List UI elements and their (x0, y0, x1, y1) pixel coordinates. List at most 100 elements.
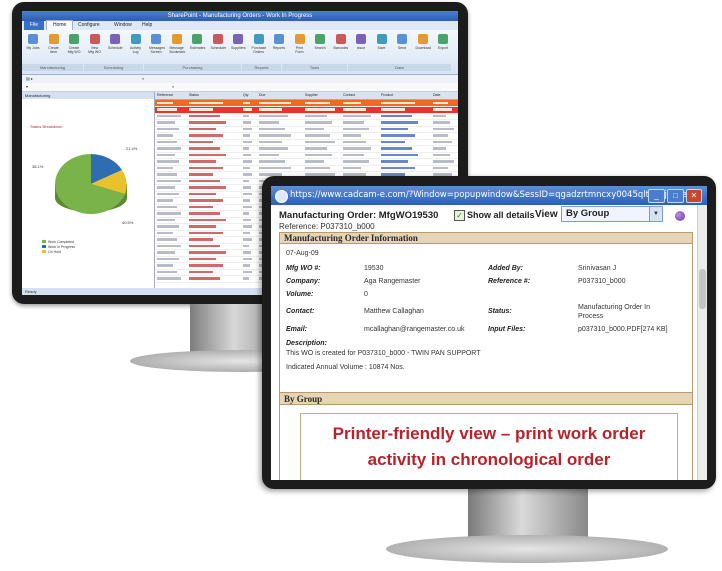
table-cell (189, 277, 220, 280)
ribbon-button[interactable]: Create Item (47, 34, 61, 54)
minimize-icon[interactable]: _ (648, 189, 665, 203)
table-cell (259, 101, 291, 104)
ribbon-group-label: Reports (242, 64, 281, 71)
ribbon-button[interactable]: Create Mfg WO (67, 34, 81, 54)
col-header[interactable]: Date (433, 93, 440, 97)
ribbon-button-icon (376, 34, 387, 44)
table-cell (189, 134, 223, 137)
ribbon-button[interactable]: Message Bookmark (169, 34, 186, 54)
grid-header: Reference Status Qty Due Supplier Contac… (155, 92, 458, 100)
table-cell (189, 251, 227, 254)
close-icon[interactable]: ✕ (686, 189, 702, 203)
table-cell (259, 140, 283, 143)
ribbon-button-icon (417, 34, 428, 44)
table-cell (305, 166, 330, 169)
ribbon-button-icon (294, 34, 305, 44)
show-all-details-label[interactable]: Show all details (467, 210, 535, 220)
globe-icon[interactable] (675, 211, 685, 221)
front-screen: https://www.cadcam-e.com/?Window=popupwi… (271, 186, 707, 480)
contact-label: Contact: (286, 308, 315, 315)
menu-help[interactable]: Help (136, 21, 158, 30)
table-cell (189, 160, 217, 163)
scrollbar-thumb[interactable] (699, 269, 706, 309)
show-all-details-checkbox[interactable]: ✓ (454, 210, 465, 221)
ribbon-button-label: Suppliers (231, 46, 246, 50)
table-cell (381, 153, 419, 156)
table-cell (381, 160, 409, 163)
ribbon-button-label: Create Mfg WO (67, 46, 81, 54)
table-cell (243, 231, 250, 234)
table-cell (189, 225, 217, 228)
table-cell (189, 231, 223, 234)
legend-item: Work Completed (48, 240, 75, 244)
ribbon-button[interactable]: Estimates (190, 34, 205, 50)
menu-configure[interactable]: Configure (72, 21, 106, 30)
ribbon-button-icon (48, 34, 59, 44)
input-files-link[interactable]: p037310_b000.PDF[274 KB] (578, 326, 668, 333)
col-header[interactable]: Contact (343, 93, 355, 97)
popup-url: https://www.cadcam-e.com/?Window=popupwi… (290, 190, 698, 200)
ribbon-button-icon (89, 34, 100, 44)
ribbon-button[interactable]: Send (395, 34, 409, 50)
ribbon-button-icon (438, 34, 448, 44)
ribbon-button[interactable]: Print Form (293, 34, 307, 54)
ribbon-button-label: Save (377, 46, 386, 50)
table-cell (189, 192, 217, 195)
maximize-icon[interactable]: □ (667, 189, 684, 203)
table-cell (343, 108, 366, 111)
ribbon-button[interactable]: Reports (272, 34, 286, 50)
menu-file[interactable]: File (24, 21, 45, 30)
ribbon-button[interactable]: Save (375, 34, 389, 50)
ribbon-button[interactable]: Schedule (108, 34, 123, 50)
ribbon-button[interactable]: My Jobs (26, 34, 40, 50)
table-cell (157, 192, 180, 195)
table-cell (433, 127, 454, 130)
ribbon-button[interactable]: View Mfg WO (88, 34, 102, 54)
view-select[interactable]: By Group ▼ (561, 206, 663, 222)
col-header[interactable]: Reference (157, 93, 173, 97)
ribbon-button[interactable]: Barcodes (334, 34, 348, 50)
ribbon-button[interactable]: Activity Log (129, 34, 143, 54)
group-panel: By Group Printer-friendly view – print w… (279, 392, 693, 480)
email-value[interactable]: mcallaghan@rangemaster.co.uk (364, 326, 465, 333)
table-cell (157, 244, 182, 247)
table-cell (259, 121, 280, 124)
ribbon-button[interactable]: Scheduler (210, 34, 227, 50)
ribbon-button[interactable]: Suppliers (231, 34, 246, 50)
table-cell (343, 127, 369, 130)
col-header[interactable]: Qty (243, 93, 248, 97)
ribbon-button[interactable]: Export (436, 34, 450, 50)
ribbon-button[interactable]: Issue (354, 34, 368, 50)
ribbon-button-icon (151, 34, 161, 44)
col-header[interactable]: Product (381, 93, 393, 97)
ribbon-button[interactable]: Messages Screen (149, 34, 165, 54)
ribbon-button-icon (130, 34, 141, 44)
pie-label-2: 38.1% (32, 164, 44, 169)
ribbon-button[interactable]: Download (416, 34, 431, 50)
col-header[interactable]: Due (259, 93, 265, 97)
col-header[interactable]: Supplier (305, 93, 318, 97)
ribbon-button-icon (171, 34, 182, 44)
ribbon-button-label: Message Bookmark (169, 46, 186, 54)
table-cell (243, 238, 252, 241)
table-cell (189, 186, 227, 189)
table-cell (243, 212, 249, 215)
table-cell (243, 205, 252, 208)
ribbon-button-label: Scheduler (210, 46, 227, 50)
table-cell (157, 101, 173, 104)
ribbon-button[interactable]: Purchase Orders (252, 34, 266, 54)
mfg-wo-value: 19530 (364, 265, 384, 272)
table-cell (433, 160, 454, 163)
chevron-down-icon[interactable]: ▼ (649, 207, 662, 221)
menu-window[interactable]: Window (108, 21, 138, 30)
table-cell (243, 257, 253, 260)
table-cell (157, 199, 173, 202)
table-cell (343, 147, 371, 150)
table-cell (243, 173, 252, 176)
col-header[interactable]: Status (189, 93, 199, 97)
ribbon-button[interactable]: Search (313, 34, 327, 50)
view-label: View (535, 209, 558, 220)
table-cell (157, 218, 175, 221)
back-window-titlebar: SharePoint - Manufacturing Orders - Work… (22, 11, 458, 21)
popup-scrollbar[interactable] (697, 205, 707, 480)
